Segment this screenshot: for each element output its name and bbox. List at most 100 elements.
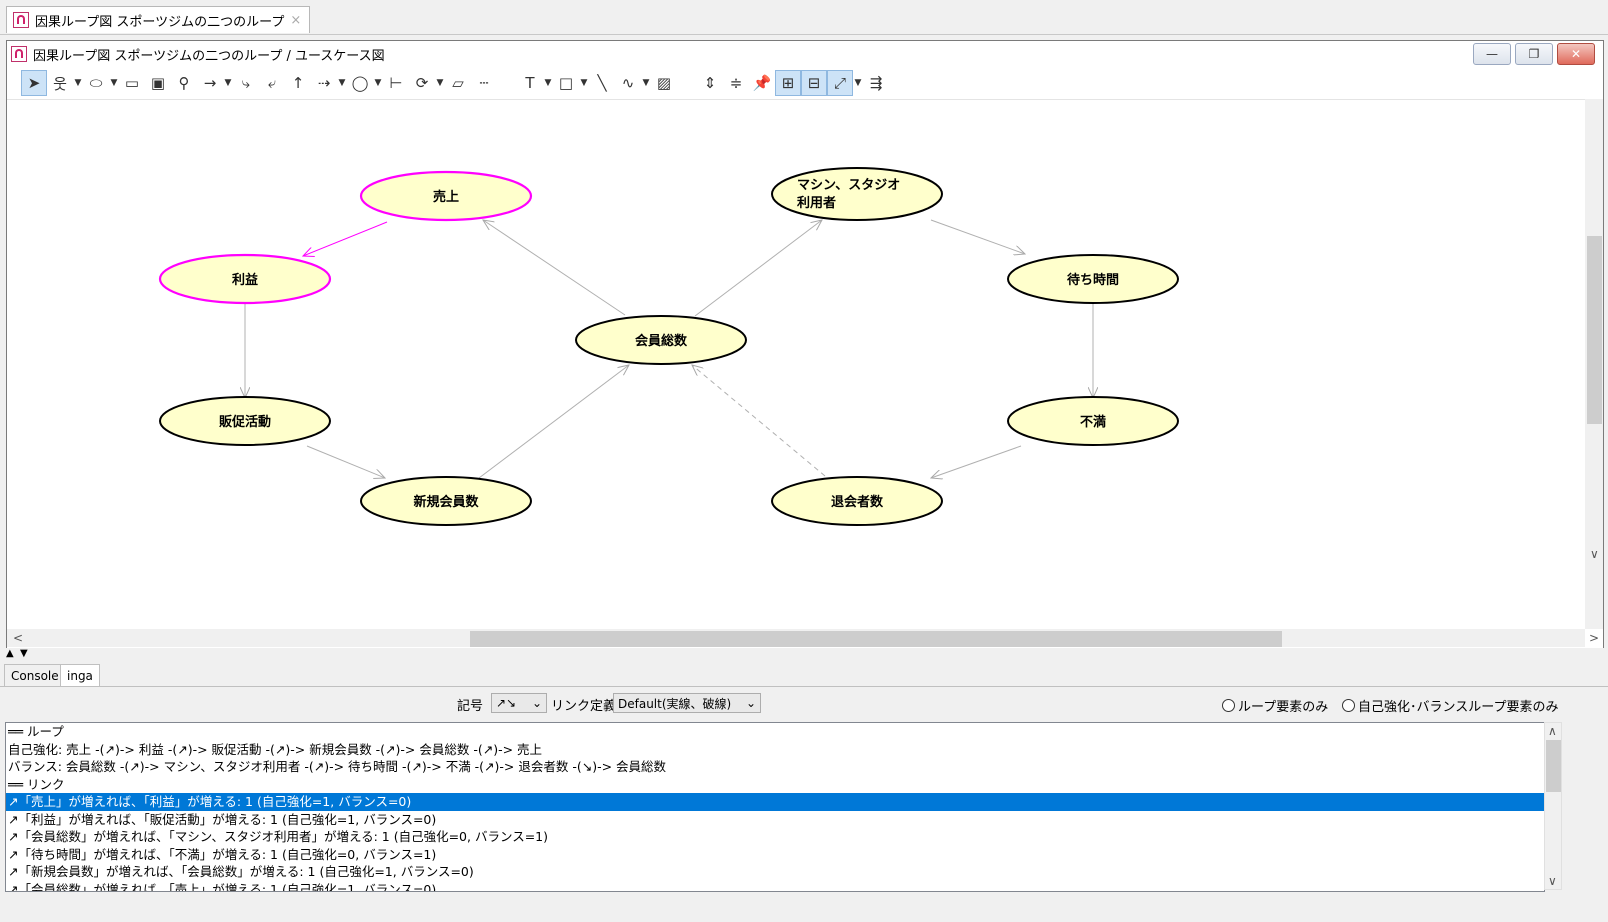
output-line[interactable]: ↗「待ち時間」が増えれば、「不満」が増える: 1 (自己強化=0, バランス=1…: [6, 846, 1544, 864]
radio-loop-only[interactable]: ループ要素のみ: [1222, 696, 1328, 715]
dropdown-icon[interactable]: ▼: [579, 70, 589, 96]
association-tool-icon[interactable]: →: [197, 70, 223, 96]
node-dissat[interactable]: 不満: [1007, 396, 1179, 446]
pin-icon[interactable]: ⚲: [171, 70, 197, 96]
dropdown-icon[interactable]: ▼: [109, 70, 119, 96]
radio-reinforce-balance[interactable]: 自己強化･バランスループ要素のみ: [1342, 696, 1558, 715]
cursor-tool-icon[interactable]: ➤: [21, 70, 47, 96]
toolbar-gap: [497, 70, 517, 96]
diagram-canvas[interactable]: 売上 利益 販促活動 新規会員数 会員総数 マシン、スタジオ 利用者 待ち時間 …: [7, 99, 1585, 630]
scroll-right-icon[interactable]: >: [1589, 631, 1599, 645]
causal-loop-diagram: 売上 利益 販促活動 新規会員数 会員総数 マシン、スタジオ 利用者 待ち時間 …: [158, 167, 1179, 526]
line-style-icon[interactable]: ⤢: [827, 70, 853, 96]
output-line[interactable]: ↗「会員総数」が増えれば、「売上」が増える: 1 (自己強化=1, バランス=0…: [6, 881, 1544, 892]
output-line[interactable]: 自己強化: 売上 -(↗)-> 利益 -(↗)-> 販促活動 -(↗)-> 新規…: [6, 741, 1544, 759]
collapse-down-icon[interactable]: ▼: [20, 648, 28, 659]
link-users-wait[interactable]: [930, 219, 1025, 254]
link-definition-value: Default(実線、破線): [618, 696, 732, 711]
dropdown-icon[interactable]: ▼: [853, 70, 863, 96]
tab-inga[interactable]: inga: [60, 664, 100, 686]
restore-button[interactable]: ❐: [1515, 43, 1553, 65]
boundary-tool-icon[interactable]: ◯: [347, 70, 373, 96]
output-line[interactable]: ══ ループ: [6, 723, 1544, 741]
output-line[interactable]: ══ リンク: [6, 776, 1544, 794]
dropdown-icon[interactable]: ▼: [435, 70, 445, 96]
extend-tool-icon[interactable]: ⤶: [259, 70, 285, 96]
rectangle-tool-icon[interactable]: □: [553, 70, 579, 96]
window-controls: — ❐ ✕: [1473, 43, 1595, 65]
node-label: 売上: [433, 189, 459, 205]
image-tool-icon[interactable]: ▨: [651, 70, 677, 96]
layout-icon[interactable]: ⊟: [801, 70, 827, 96]
link-definition-select[interactable]: Default(実線、破線) ⌄: [613, 693, 761, 713]
node-label: 利益: [232, 272, 258, 288]
dropdown-icon[interactable]: ▼: [223, 70, 233, 96]
link-members-sales[interactable]: [483, 220, 626, 316]
pin-icon[interactable]: 📌: [749, 70, 775, 96]
panel-splitter[interactable]: ▲ ▼: [0, 648, 1608, 660]
subsystem-tool-icon[interactable]: ▣: [145, 70, 171, 96]
scroll-left-icon[interactable]: <: [13, 631, 23, 645]
dropdown-icon[interactable]: ▼: [373, 70, 383, 96]
canvas-horizontal-scroll-thumb[interactable]: [470, 631, 1282, 647]
scroll-down-icon[interactable]: ∨: [1590, 547, 1599, 561]
node-label: 不満: [1080, 414, 1106, 430]
symbol-select[interactable]: ↗↘ ⌄: [491, 693, 547, 713]
include-tool-icon[interactable]: ⤷: [233, 70, 259, 96]
link-quit-members[interactable]: [692, 365, 826, 477]
document-tab-bar: 因果ループ図 スポーツジムの二つのループ ×: [0, 0, 1608, 35]
node-quit[interactable]: 退会者数: [771, 476, 943, 526]
ellipse-tool-icon[interactable]: ⬭: [83, 70, 109, 96]
node-members[interactable]: 会員総数: [575, 315, 747, 365]
scroll-up-icon[interactable]: ∧: [1548, 724, 1557, 738]
package-tool-icon[interactable]: ▭: [119, 70, 145, 96]
dropdown-icon[interactable]: ▼: [73, 70, 83, 96]
document-tab[interactable]: 因果ループ図 スポーツジムの二つのループ ×: [6, 6, 311, 33]
diagram-title: 因果ループ図 スポーツジムの二つのループ / ユースケース図: [33, 48, 385, 64]
canvas-vertical-scroll-thumb[interactable]: [1587, 236, 1602, 424]
inga-output-text[interactable]: ══ ループ 自己強化: 売上 -(↗)-> 利益 -(↗)-> 販促活動 -(…: [5, 722, 1545, 892]
dropdown-icon[interactable]: ▼: [641, 70, 651, 96]
collapse-up-icon[interactable]: ▲: [6, 648, 14, 659]
output-vertical-scroll-thumb[interactable]: [1546, 740, 1561, 792]
output-line[interactable]: ↗「新規会員数」が増えれば、「会員総数」が増える: 1 (自己強化=1, バラン…: [6, 863, 1544, 881]
link-members-users[interactable]: [694, 220, 822, 317]
output-line[interactable]: バランス: 会員総数 -(↗)-> マシン、スタジオ利用者 -(↗)-> 待ち時…: [6, 758, 1544, 776]
node-users[interactable]: マシン、スタジオ 利用者: [771, 167, 943, 221]
align-horizontal-icon[interactable]: ≑: [723, 70, 749, 96]
output-line-selected[interactable]: ↗「売上」が増えれば、「利益」が増える: 1 (自己強化=1, バランス=0): [6, 793, 1544, 811]
freeline-tool-icon[interactable]: ∿: [615, 70, 641, 96]
align-vertical-icon[interactable]: ⇕: [697, 70, 723, 96]
link-dissat-quit[interactable]: [931, 445, 1022, 478]
node-wait[interactable]: 待ち時間: [1007, 254, 1179, 304]
fit-icon[interactable]: ⊞: [775, 70, 801, 96]
close-window-button[interactable]: ✕: [1557, 43, 1595, 65]
ordering-icon[interactable]: ⇶: [863, 70, 889, 96]
node-newmem[interactable]: 新規会員数: [360, 476, 532, 526]
output-line[interactable]: ↗「会員総数」が増えれば、「マシン、スタジオ利用者」が増える: 1 (自己強化=…: [6, 828, 1544, 846]
actor-tool-icon[interactable]: 웃: [47, 70, 73, 96]
dependency-tool-icon[interactable]: ⇢: [311, 70, 337, 96]
interface-tool-icon[interactable]: ⊢: [383, 70, 409, 96]
link-promo-newmem[interactable]: [306, 445, 385, 478]
node-promo[interactable]: 販促活動: [159, 396, 331, 446]
control-tool-icon[interactable]: ⟳: [409, 70, 435, 96]
node-profit[interactable]: 利益: [158, 253, 332, 305]
tab-console[interactable]: Console: [4, 664, 66, 686]
dropdown-icon[interactable]: ▼: [543, 70, 553, 96]
text-tool-icon[interactable]: T: [517, 70, 543, 96]
dropdown-icon[interactable]: ▼: [337, 70, 347, 96]
note-tool-icon[interactable]: ▱: [445, 70, 471, 96]
close-icon[interactable]: ×: [290, 13, 301, 28]
link-newmem-members[interactable]: [478, 365, 629, 479]
diagram-icon: [13, 12, 29, 28]
link-sales-profit[interactable]: [303, 221, 388, 256]
minimize-button[interactable]: —: [1473, 43, 1511, 65]
node-sales[interactable]: 売上: [359, 170, 533, 222]
output-tabs: Console inga: [0, 660, 1608, 687]
generalization-tool-icon[interactable]: ↑: [285, 70, 311, 96]
note-anchor-tool-icon[interactable]: ┄: [471, 70, 497, 96]
scroll-down-icon[interactable]: ∨: [1548, 874, 1557, 888]
line-tool-icon[interactable]: ╲: [589, 70, 615, 96]
output-line[interactable]: ↗「利益」が増えれば、「販促活動」が増える: 1 (自己強化=1, バランス=0…: [6, 811, 1544, 829]
